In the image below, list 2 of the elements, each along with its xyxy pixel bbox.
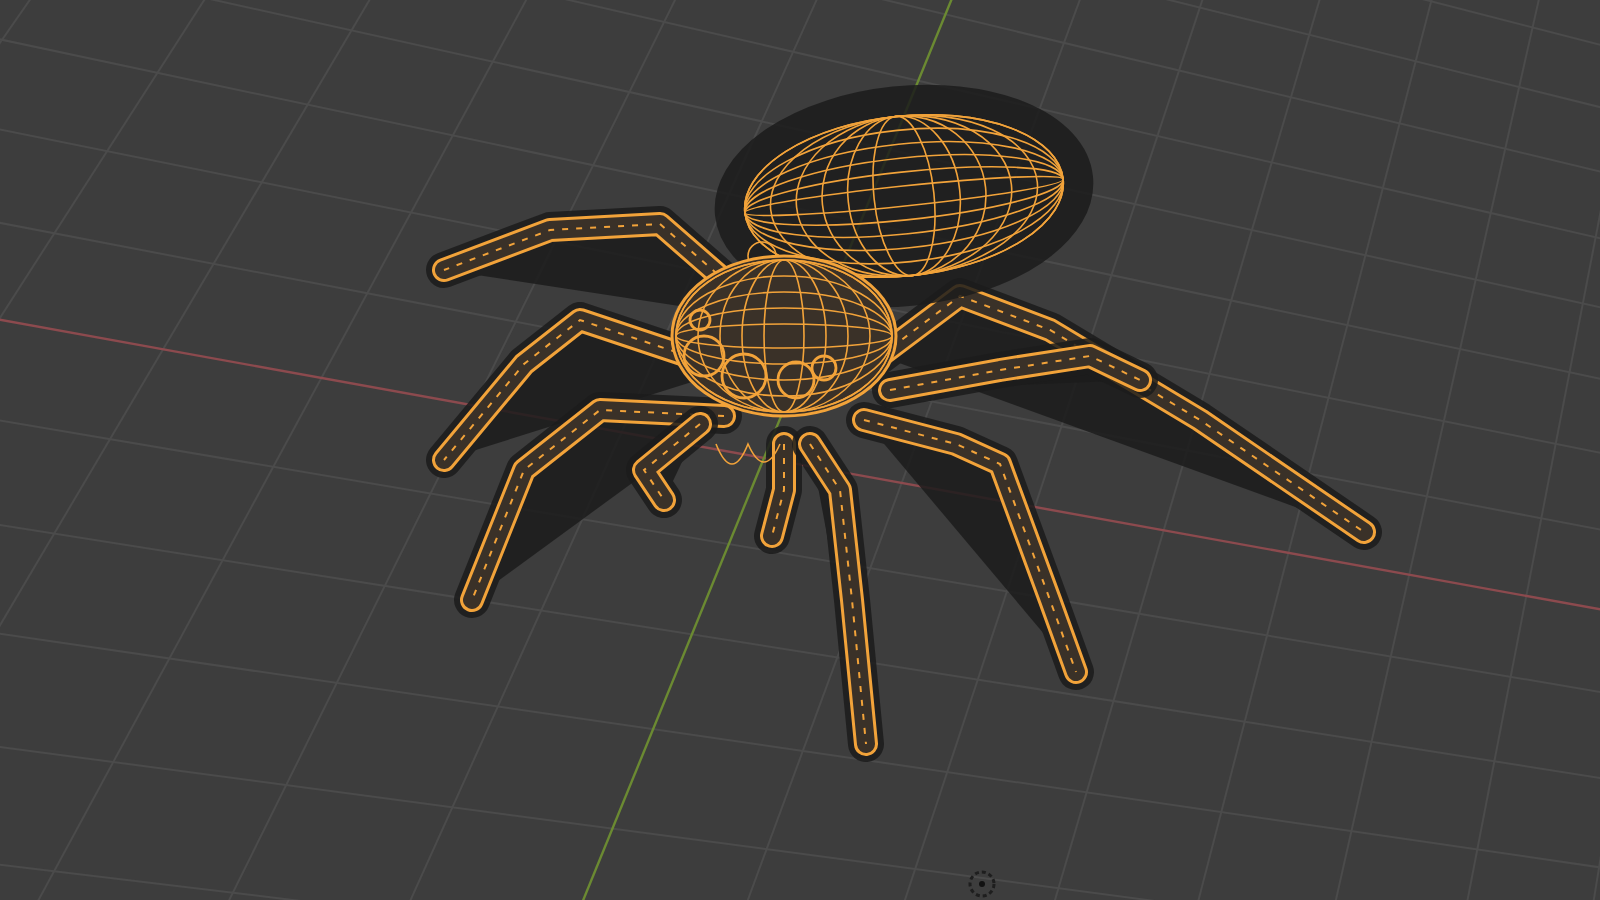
spider-wireframe-drawing[interactable] xyxy=(426,84,1382,762)
3d-viewport[interactable] xyxy=(0,0,1600,900)
